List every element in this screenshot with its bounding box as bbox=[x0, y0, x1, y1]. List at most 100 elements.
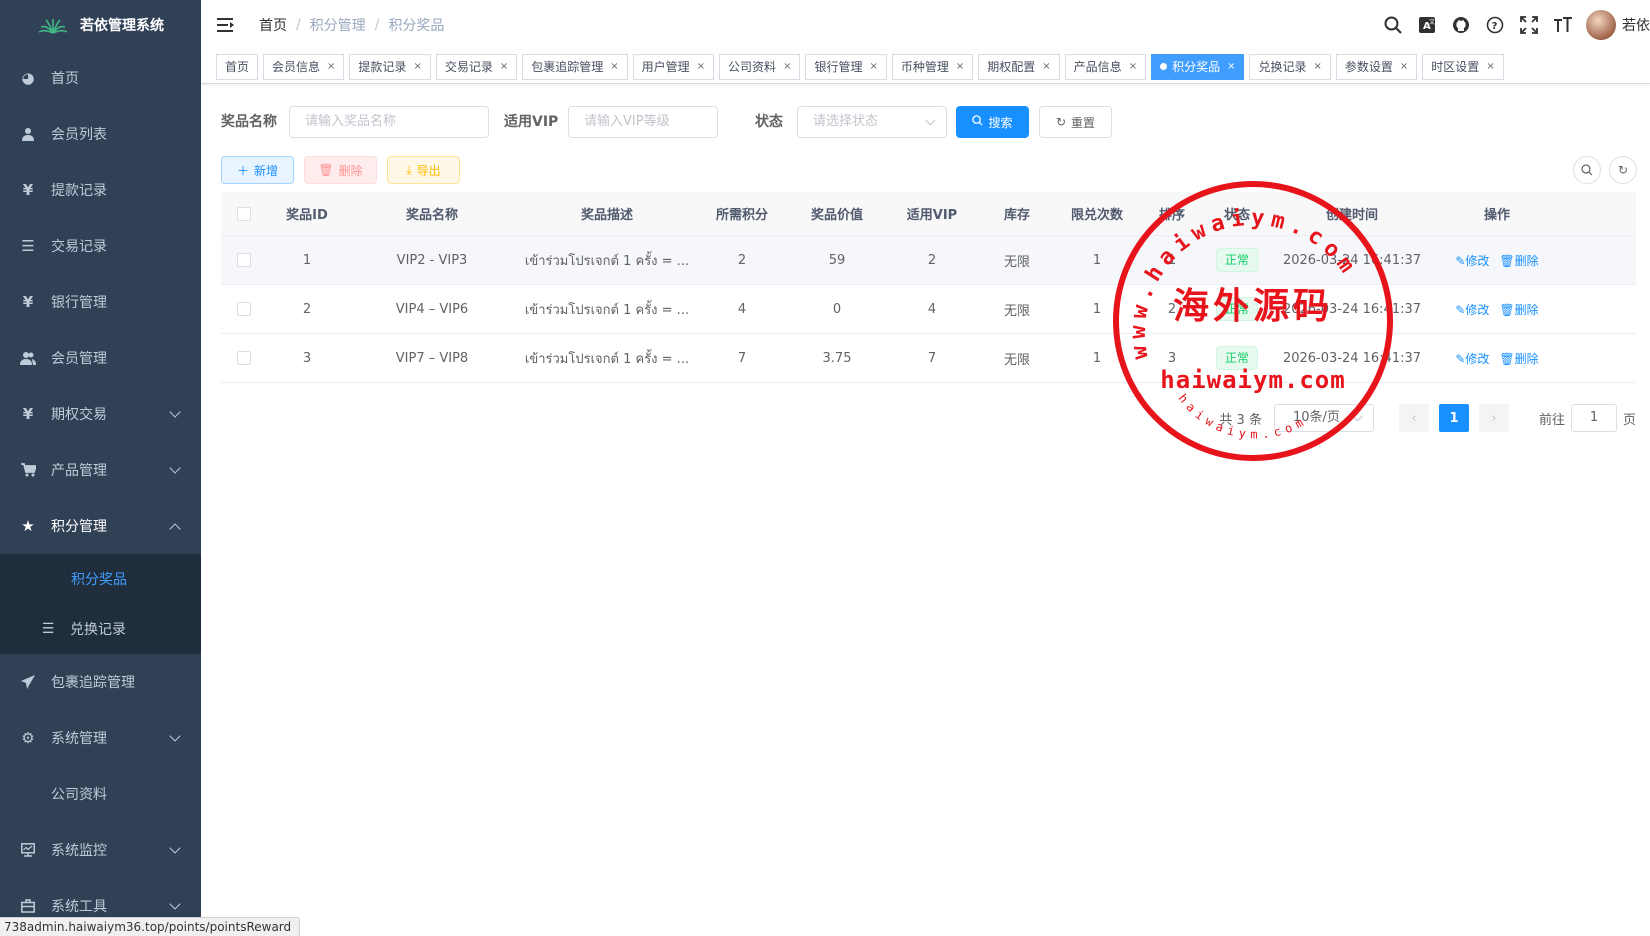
sidebar-item-withdraw[interactable]: ¥ 提款记录 bbox=[0, 162, 201, 218]
tag-11[interactable]: 积分奖品 × bbox=[1151, 53, 1245, 80]
close-icon[interactable]: × bbox=[610, 61, 618, 72]
avatar[interactable] bbox=[1586, 10, 1616, 40]
sidebar-item-points-reward[interactable]: 积分奖品 bbox=[0, 554, 201, 604]
delete-link[interactable]: 🗑删除 bbox=[1499, 254, 1538, 268]
reward-name-input[interactable]: 请输入奖品名称 bbox=[289, 106, 489, 138]
tag-14[interactable]: 时区设置 × bbox=[1422, 53, 1504, 80]
translate-icon[interactable]: A文 bbox=[1416, 14, 1438, 36]
tag-12[interactable]: 兑换记录 × bbox=[1249, 53, 1331, 80]
close-icon[interactable]: × bbox=[783, 61, 791, 72]
select-all-cell bbox=[221, 206, 267, 221]
close-icon[interactable]: × bbox=[1400, 61, 1408, 72]
tag-10[interactable]: 产品信息 × bbox=[1064, 53, 1147, 80]
close-icon[interactable]: × bbox=[1129, 61, 1137, 72]
next-page-button[interactable]: › bbox=[1478, 404, 1509, 432]
cell-stock: 无限 bbox=[1003, 352, 1030, 368]
toggle-search-button[interactable] bbox=[1573, 156, 1601, 184]
row-checkbox[interactable] bbox=[237, 253, 251, 267]
chevron-down-icon bbox=[1352, 411, 1363, 422]
edit-link[interactable]: ✎修改 bbox=[1455, 254, 1489, 268]
sidebar-item-company[interactable]: 公司资料 bbox=[0, 766, 201, 822]
close-icon[interactable]: × bbox=[413, 61, 421, 72]
tag-13[interactable]: 参数设置 × bbox=[1335, 53, 1418, 80]
add-button[interactable]: ＋ 新增 bbox=[221, 156, 294, 184]
table-row[interactable]: 3 VIP7 – VIP8 เข้าร่วมโปรเจกต์ 1 ครั้ง = .… bbox=[221, 334, 1636, 383]
table-row[interactable]: 1 VIP2 - VIP3 เข้าร่วมโปรเจกต์ 1 ครั้ง = .… bbox=[221, 236, 1636, 285]
sidebar-item-label: 兑换记录 bbox=[70, 622, 126, 638]
page-size-select[interactable]: 10条/页 bbox=[1273, 404, 1374, 432]
row-checkbox[interactable] bbox=[237, 302, 251, 316]
page-number[interactable]: 1 bbox=[1438, 404, 1469, 432]
prev-page-button[interactable]: ‹ bbox=[1398, 404, 1429, 432]
cell-id: 3 bbox=[302, 350, 312, 366]
sidebar-item-parcel[interactable]: 包裹追踪管理 bbox=[0, 654, 201, 710]
sidebar-item-products[interactable]: 产品管理 bbox=[0, 442, 201, 498]
sidebar-item-monitor[interactable]: 系统监控 bbox=[0, 822, 201, 878]
reset-button[interactable]: ↻ 重置 bbox=[1039, 106, 1112, 138]
cell-stock: 无限 bbox=[1003, 254, 1030, 270]
sidebar-item-member-list[interactable]: 会员列表 bbox=[0, 106, 201, 162]
tag-0[interactable]: 首页 bbox=[216, 53, 259, 80]
close-icon[interactable]: × bbox=[956, 61, 964, 72]
vip-input[interactable]: 请输入VIP等级 bbox=[568, 106, 718, 138]
status-select[interactable]: 请选择状态 bbox=[797, 106, 947, 138]
fullscreen-icon[interactable] bbox=[1518, 14, 1540, 36]
sidebar-item-system[interactable]: ⚙ 系统管理 bbox=[0, 710, 201, 766]
tag-label: 积分奖品 bbox=[1172, 60, 1221, 74]
username[interactable]: 若依 bbox=[1622, 15, 1650, 35]
tag-7[interactable]: 银行管理 × bbox=[805, 53, 887, 80]
reward-name-label: 奖品名称 bbox=[221, 114, 277, 130]
goto-input[interactable]: 1 bbox=[1570, 404, 1617, 432]
hamburger-icon[interactable] bbox=[217, 18, 235, 32]
sidebar-item-dashboard[interactable]: ◕ 首页 bbox=[0, 50, 201, 106]
help-icon[interactable]: ? bbox=[1484, 14, 1506, 36]
breadcrumb-home[interactable]: 首页 bbox=[259, 15, 287, 35]
tag-8[interactable]: 币种管理 × bbox=[891, 53, 974, 80]
delete-link[interactable]: 🗑删除 bbox=[1499, 352, 1538, 366]
sidebar-item-options[interactable]: ¥ 期权交易 bbox=[0, 386, 201, 442]
send-icon bbox=[20, 674, 36, 690]
plus-icon: ＋ bbox=[236, 163, 249, 178]
search-icon bbox=[1581, 164, 1593, 176]
select-all-checkbox[interactable] bbox=[237, 206, 251, 221]
sidebar-item-exchange-records[interactable]: ☰ 兑换记录 bbox=[0, 604, 201, 654]
tag-2[interactable]: 提款记录 × bbox=[349, 53, 431, 80]
sidebar-item-points[interactable]: ★ 积分管理 bbox=[0, 498, 201, 554]
delete-link[interactable]: 🗑删除 bbox=[1499, 303, 1538, 317]
tag-4[interactable]: 包裹追踪管理 × bbox=[522, 53, 628, 80]
trash-icon: 🗑 bbox=[1499, 302, 1515, 317]
delete-button[interactable]: 🗑 删除 bbox=[304, 156, 377, 184]
close-icon[interactable]: × bbox=[1314, 61, 1322, 72]
row-checkbox[interactable] bbox=[237, 351, 251, 365]
edit-link[interactable]: ✎修改 bbox=[1455, 352, 1489, 366]
close-icon[interactable]: × bbox=[327, 61, 335, 72]
font-size-icon[interactable] bbox=[1552, 14, 1574, 36]
tag-9[interactable]: 期权配置 × bbox=[978, 53, 1060, 80]
close-icon[interactable]: × bbox=[500, 61, 508, 72]
search-button[interactable]: 搜索 bbox=[956, 106, 1029, 138]
tag-6[interactable]: 公司资料 × bbox=[719, 53, 801, 80]
sidebar-item-trades[interactable]: ☰ 交易记录 bbox=[0, 218, 201, 274]
tag-5[interactable]: 用户管理 × bbox=[632, 53, 715, 80]
github-icon[interactable] bbox=[1450, 14, 1472, 36]
sidebar-item-bank[interactable]: ¥ 银行管理 bbox=[0, 274, 201, 330]
table-row[interactable]: 2 VIP4 – VIP6 เข้าร่วมโปรเจกต์ 1 ครั้ง = .… bbox=[221, 285, 1636, 334]
close-icon[interactable]: × bbox=[869, 61, 877, 72]
refresh-button[interactable]: ↻ bbox=[1609, 156, 1637, 184]
cell-value: 59 bbox=[828, 252, 846, 268]
close-icon[interactable]: × bbox=[697, 61, 705, 72]
export-button[interactable]: ⤓ 导出 bbox=[387, 156, 460, 184]
column-header: 排序 bbox=[1158, 208, 1185, 223]
close-icon[interactable]: × bbox=[1486, 61, 1494, 72]
tag-1[interactable]: 会员信息 × bbox=[263, 53, 345, 80]
search-icon[interactable] bbox=[1382, 14, 1404, 36]
tag-3[interactable]: 交易记录 × bbox=[435, 53, 518, 80]
close-icon[interactable]: × bbox=[1227, 61, 1235, 72]
sidebar-item-members[interactable]: 会员管理 bbox=[0, 330, 201, 386]
edit-link[interactable]: ✎修改 bbox=[1455, 303, 1489, 317]
close-icon[interactable]: × bbox=[1042, 61, 1050, 72]
logo[interactable]: 若依管理系统 bbox=[0, 0, 201, 50]
sidebar-item-label: 交易记录 bbox=[51, 239, 107, 255]
cell-points: 4 bbox=[737, 301, 747, 317]
rewards-table: 奖品ID 奖品名称 奖品描述 所需积分 奖品价值 适用VIP 库存 限兑次数 排序 状态 创建时间 操… bbox=[221, 192, 1636, 383]
